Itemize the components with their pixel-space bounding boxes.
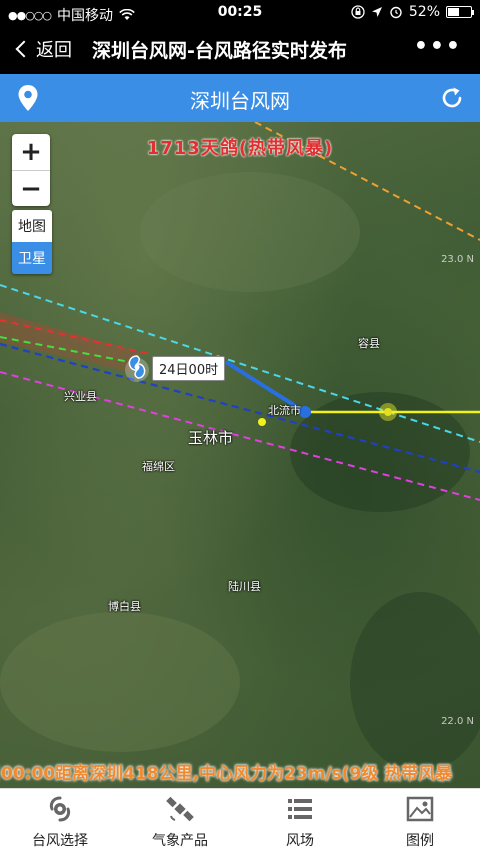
battery-icon (446, 6, 474, 18)
map-layer-button[interactable]: 地图 (12, 210, 52, 242)
zoom-control: + − (12, 134, 50, 206)
zoom-out-button[interactable]: − (12, 170, 50, 206)
place-luchuan: 陆川县 (228, 580, 261, 593)
zoom-in-button[interactable]: + (12, 134, 50, 170)
tab-label: 图例 (406, 832, 434, 849)
site-title: 深圳台风网 (190, 89, 290, 113)
alarm-icon (390, 6, 402, 19)
grid-label-22n: 22.0 N (441, 716, 474, 727)
satellite-icon (166, 796, 194, 821)
place-rongxian: 容县 (358, 337, 380, 350)
tab-label: 风场 (286, 832, 314, 849)
forecast-point-yellow (258, 418, 266, 426)
back-button[interactable]: 返回 (12, 36, 72, 62)
nav-bar: 返回 深圳台风网-台风路径实时发布 ••• (0, 26, 480, 74)
info-banner: 日00:00距离深圳418公里,中心风力为23m/s(9级 热带风暴 (0, 759, 452, 784)
forecast-time-label: 24日00时 (152, 356, 226, 381)
site-header: 深圳台风网 (0, 74, 480, 122)
page-title: 深圳台风网-台风路径实时发布 (92, 40, 347, 62)
satellite-layer-button[interactable]: 卫星 (12, 242, 52, 274)
battery-fill (448, 8, 460, 16)
typhoon-marker-icon[interactable] (126, 354, 148, 380)
rotation-lock-icon (351, 5, 365, 19)
battery-percent: 52% (408, 4, 440, 20)
place-beiliu: 北流市 (268, 404, 301, 417)
tab-label: 台风选择 (32, 832, 88, 849)
place-bobai: 博白县 (108, 600, 141, 613)
info-banner-text: 日00:00距离深圳418公里,中心风力为23m/s(9级 热带风暴 (0, 764, 453, 784)
typhoon-icon (49, 796, 71, 821)
location-arrow-icon (371, 7, 382, 17)
tab-legend[interactable]: 图例 (360, 789, 480, 854)
forecast-tracks (0, 122, 480, 772)
tab-label: 气象产品 (152, 832, 208, 849)
grid-label-23n: 23.0 N (441, 254, 474, 265)
status-bar: ●●○○○ 中国移动 00:25 52% (0, 0, 480, 26)
typhoon-map[interactable]: 1713天鸽(热带风暴) + − 地图 卫星 24日00时 容县 兴业县 北流市… (0, 122, 480, 788)
place-xingye: 兴业县 (64, 390, 97, 403)
place-yulin: 玉林市 (188, 429, 234, 447)
more-menu-button[interactable]: ••• (414, 34, 462, 59)
tab-wind-field[interactable]: 风场 (240, 789, 360, 854)
back-label: 返回 (36, 40, 72, 61)
bottom-tab-bar: 台风选择 气象产品 风场 图例 (0, 788, 480, 854)
layer-switch: 地图 卫星 (12, 210, 52, 274)
place-fumian: 福绵区 (142, 460, 175, 473)
list-icon (288, 798, 312, 819)
tab-typhoon-select[interactable]: 台风选择 (0, 789, 120, 854)
tab-weather-products[interactable]: 气象产品 (120, 789, 240, 854)
refresh-icon[interactable] (438, 84, 466, 112)
storm-title: 1713天鸽(热带风暴) (146, 138, 334, 159)
chevron-left-icon (15, 40, 33, 58)
track-point-current-core (384, 408, 392, 416)
legend-image-icon (406, 796, 434, 821)
